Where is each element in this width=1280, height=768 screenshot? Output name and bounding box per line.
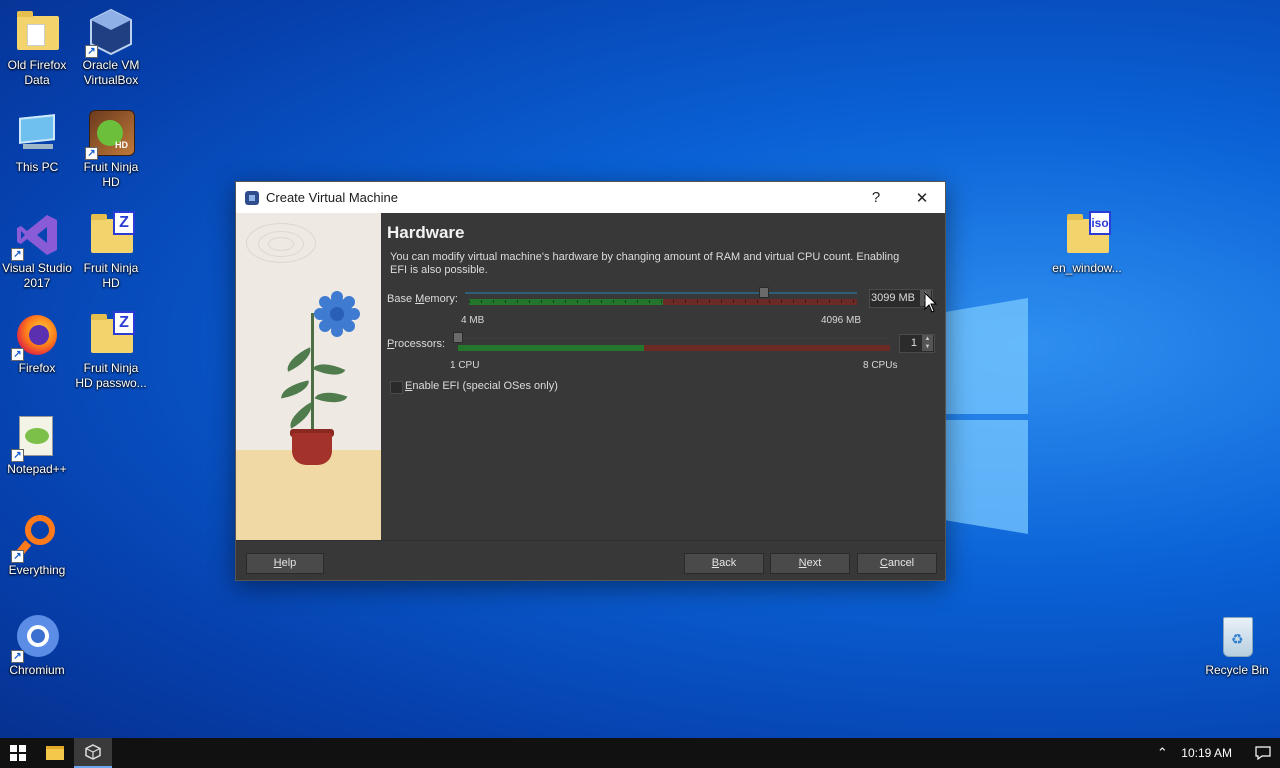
visual-studio-icon: ↗ [11,211,61,261]
desktop-icon-label: This PC [15,160,59,174]
base-memory-label: Base Memory: [387,293,458,305]
memory-max-label: 4096 MB [821,315,862,326]
base-memory-slider-thumb[interactable] [759,287,769,298]
desktop-icon-label: Oracle VM VirtualBox [82,58,140,87]
processors-range-indicator [458,345,890,351]
enable-efi-checkbox[interactable] [390,381,403,394]
wizard-page-hardware: Hardware You can modify virtual machine'… [381,213,945,540]
desktop-icon-this-pc[interactable]: This PC [0,110,74,175]
zip-folder-icon: Z [87,311,135,359]
chromium-icon: ↗ [11,613,61,663]
dialog-titlebar[interactable]: Create Virtual Machine ? ✕ [236,182,945,213]
clock[interactable]: 10:19 AM [1175,746,1246,760]
desktop-icon-firefox[interactable]: ↗ Firefox [0,311,74,376]
desktop-icon-label: Fruit Ninja HD passwo... [75,361,147,390]
windows-wallpaper-logo [946,298,1028,534]
virtualbox-icon [85,744,101,760]
processors-value: 1 [910,337,917,349]
desktop-icon-visual-studio-2017[interactable]: ↗ Visual Studio 2017 [0,211,74,291]
processors-spinbox[interactable]: 1 ▲ ▼ [899,334,935,353]
system-tray: ⌃ 10:19 AM [1149,738,1280,768]
desktop-icon-label: Recycle Bin [1205,663,1269,677]
processors-max-label: 8 CPUs [863,360,898,371]
desktop-icon-fruit-ninja-hd-zip[interactable]: Z Fruit Ninja HD [74,211,148,291]
desktop-icon-oracle-vm-virtualbox[interactable]: ↗ Oracle VM VirtualBox [74,8,148,88]
desktop-icon-label: Chromium [9,663,65,677]
dialog-button-bar: Help Back Next Cancel [236,540,945,580]
virtualbox-icon [245,190,259,205]
wizard-illustration [236,213,381,540]
excessive-range [644,345,890,351]
desktop-icon-label: Old Firefox Data [7,58,67,87]
back-button[interactable]: Back [684,553,764,574]
base-memory-slider-groove [465,292,857,294]
desktop-icon-fruit-ninja-hd-password[interactable]: Z Fruit Ninja HD passwo... [74,311,148,391]
computer-icon [13,110,61,158]
everything-search-icon: ↗ [11,513,61,563]
processors-label: Processors: [387,338,446,350]
virtualbox-icon: ↗ [85,8,135,58]
next-button[interactable]: Next [770,553,850,574]
desktop-icon-everything[interactable]: ↗ Everything [0,513,74,578]
desktop-icon-iso-file[interactable]: iso en_window... [1050,211,1124,276]
spin-down-icon[interactable]: ▼ [922,343,933,351]
memory-min-label: 4 MB [461,315,485,326]
iso-folder-icon: iso [1063,211,1111,259]
desktop-icon-label: Notepad++ [7,462,67,476]
desktop-icon-label: Firefox [18,361,56,375]
zip-folder-icon: Z [87,211,135,259]
processors-slider-groove [454,337,890,339]
page-description: You can modify virtual machine's hardwar… [390,251,900,276]
desktop-icon-fruit-ninja-hd[interactable]: HD ↗ Fruit Ninja HD [74,110,148,190]
enable-efi-label[interactable]: Enable EFI (special OSes only) [405,380,558,392]
desktop-icon-notepad-plus-plus[interactable]: ↗ Notepad++ [0,412,74,477]
base-memory-value: 3099 MB [870,292,915,304]
spin-up-icon[interactable]: ▲ [922,335,933,343]
cancel-button[interactable]: Cancel [857,553,937,574]
help-icon[interactable]: ? [853,182,899,213]
recycle-bin-icon: ♻ [1213,613,1261,661]
close-icon[interactable]: ✕ [899,182,945,213]
desktop-icon-old-firefox-data[interactable]: Old Firefox Data [0,8,74,88]
desktop-icon-recycle-bin[interactable]: ♻ Recycle Bin [1200,613,1274,678]
taskbar-virtualbox[interactable] [74,738,112,768]
desktop-icon-label: en_window... [1052,261,1122,275]
desktop-icon-label: Fruit Ninja HD [83,160,139,189]
folder-icon [13,8,61,56]
file-explorer-icon [46,746,64,760]
windows-start-icon [10,745,26,761]
taskbar: ⌃ 10:19 AM [0,738,1280,768]
processors-slider-thumb[interactable] [453,332,463,343]
help-button[interactable]: Help [246,553,324,574]
action-center-icon[interactable] [1246,745,1280,761]
processors-min-label: 1 CPU [450,360,480,371]
desktop-icon-chromium[interactable]: ↗ Chromium [0,613,74,678]
start-button[interactable] [0,738,36,768]
firefox-icon: ↗ [11,311,61,361]
notepad-plus-plus-icon: ↗ [11,412,61,462]
create-virtual-machine-dialog: Create Virtual Machine ? ✕ Hardware You … [235,181,946,581]
page-heading: Hardware [387,223,465,242]
flower-illustration [314,291,360,337]
dialog-title: Create Virtual Machine [266,190,398,205]
slider-ticks [469,300,857,303]
desktop-icon-label: Everything [8,563,66,577]
show-hidden-icons-chevron-up-icon[interactable]: ⌃ [1149,745,1175,761]
fruit-ninja-icon: HD ↗ [85,110,135,160]
mouse-cursor-icon [924,292,938,313]
desktop-icon-label: Visual Studio 2017 [2,261,72,290]
recommended-range [458,345,644,351]
taskbar-file-explorer[interactable] [36,738,74,768]
desktop-icon-label: Fruit Ninja HD [83,261,139,290]
